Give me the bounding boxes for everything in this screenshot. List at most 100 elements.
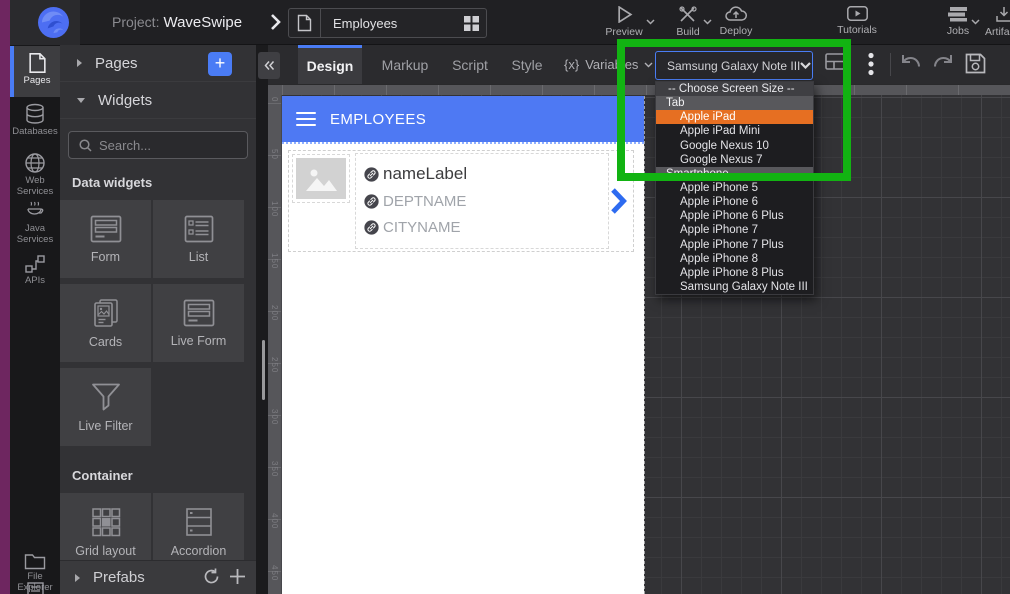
sidebar-item-label: Web Services	[10, 176, 60, 197]
sidebar-item-label: Databases	[12, 127, 57, 138]
sidebar-item-label: Pages	[24, 76, 51, 87]
list-item-widget[interactable]: nameLabel DEPTNAME CITYNAME	[288, 150, 634, 252]
hamburger-menu-icon[interactable]	[296, 112, 316, 127]
top-bar: Project:WaveSwipe Employees Preview Buil…	[0, 0, 1010, 45]
undo-icon[interactable]	[899, 53, 923, 73]
artifacts-button[interactable]: Artifacts	[982, 6, 1010, 38]
device-page[interactable]: EMPLOYEES nameLabel DEPTNAME	[282, 96, 644, 594]
field-label: nameLabel	[383, 164, 467, 184]
wavemaker-logo-icon	[38, 7, 69, 38]
cards-icon	[91, 298, 121, 328]
dropdown-option[interactable]: Apple iPhone 6 Plus	[656, 209, 813, 223]
prefabs-section-header[interactable]: Prefabs	[60, 560, 256, 594]
widget-tile-live-form[interactable]: Live Form	[153, 284, 244, 362]
widget-tile-live-filter[interactable]: Live Filter	[60, 368, 151, 446]
save-icon[interactable]	[965, 53, 986, 74]
dropdown-option[interactable]: Apple iPhone 7	[656, 223, 813, 237]
chevron-right-icon[interactable]	[610, 187, 627, 215]
bound-label-deptname[interactable]: DEPTNAME	[364, 193, 608, 210]
ruler-label: 200	[270, 305, 279, 321]
logo-block[interactable]	[10, 0, 80, 45]
dropdown-option[interactable]: Apple iPad	[656, 110, 813, 124]
chevron-down-icon[interactable]	[646, 19, 655, 25]
widget-tile-form[interactable]: Form	[60, 200, 151, 278]
page-right-edge-dashed	[644, 96, 645, 594]
funnel-icon	[90, 382, 122, 412]
deploy-button[interactable]: Deploy	[712, 6, 760, 37]
widget-tile-cards[interactable]: Cards	[60, 284, 151, 362]
vertical-ruler: 050100150200250300350400450	[268, 95, 281, 594]
sidebar-item-pages[interactable]: Pages	[10, 46, 60, 97]
image-widget[interactable]	[292, 154, 350, 203]
chevron-down-icon	[644, 62, 653, 68]
dropdown-group: Tab	[656, 96, 813, 110]
sidebar-item-databases[interactable]: Databases	[10, 103, 60, 138]
kebab-menu-icon[interactable]	[868, 52, 874, 76]
page-icon	[289, 9, 321, 37]
ruler-label: 400	[270, 513, 279, 529]
redo-icon[interactable]	[931, 53, 955, 73]
widget-label: Accordion	[171, 544, 227, 558]
search-input[interactable]	[99, 138, 239, 153]
page-header-title: EMPLOYEES	[330, 111, 426, 128]
data-widgets-section-label: Data widgets	[60, 159, 256, 200]
sidebar-item-web-services[interactable]: Web Services	[10, 152, 60, 197]
ruler-label: 100	[270, 201, 279, 217]
mobile-page-header: EMPLOYEES	[282, 96, 644, 142]
page-icon	[28, 52, 47, 74]
open-page-tab[interactable]: Employees	[288, 8, 487, 38]
ruler-label: 150	[270, 253, 279, 269]
add-page-button[interactable]: +	[208, 52, 232, 76]
tab-style[interactable]: Style	[502, 45, 552, 84]
dropdown-option[interactable]: Apple iPhone 5	[656, 181, 813, 195]
grid-layout-icon	[91, 507, 121, 537]
dropdown-option[interactable]: Apple iPhone 7 Plus	[656, 237, 813, 251]
preview-button[interactable]: Preview	[598, 6, 650, 38]
tab-markup[interactable]: Markup	[374, 45, 436, 84]
coffee-cup-icon	[24, 200, 46, 222]
grid-view-icon[interactable]	[456, 16, 486, 31]
layout-panels-icon[interactable]	[825, 53, 846, 70]
label-group[interactable]: nameLabel DEPTNAME CITYNAME	[355, 153, 609, 249]
panel-scrollbar[interactable]	[262, 340, 265, 400]
refresh-icon[interactable]	[203, 568, 220, 585]
tab-script[interactable]: Script	[442, 45, 498, 84]
sidebar-item-java-services[interactable]: Java Services	[10, 200, 60, 245]
project-label: Project:	[112, 14, 159, 30]
screen-size-value: Samsung Galaxy Note III	[656, 59, 800, 73]
variables-button[interactable]: {x} Variables	[564, 45, 653, 84]
play-icon	[616, 6, 633, 23]
widget-tile-list[interactable]: List	[153, 200, 244, 278]
dropdown-option[interactable]: Google Nexus 7	[656, 153, 813, 167]
bound-label-name[interactable]: nameLabel	[364, 164, 608, 184]
field-label: CITYNAME	[383, 219, 461, 236]
collapse-panel-button[interactable]	[258, 52, 280, 79]
arrow-down-icon	[76, 97, 86, 104]
widget-search[interactable]	[68, 131, 248, 159]
breadcrumb-chevron-icon	[269, 13, 281, 31]
select-caret-icon	[800, 62, 819, 69]
chevron-down-icon[interactable]	[703, 19, 712, 25]
widgets-section-header[interactable]: Widgets	[60, 82, 256, 119]
toolbar-divider	[890, 53, 891, 76]
dropdown-option[interactable]: Google Nexus 10	[656, 139, 813, 153]
dropdown-option[interactable]: Apple iPhone 8 Plus	[656, 266, 813, 280]
tutorials-label: Tutorials	[837, 24, 877, 36]
dropdown-option[interactable]: Apple iPad Mini	[656, 124, 813, 138]
ruler-label: 0	[270, 97, 279, 102]
bound-label-cityname[interactable]: CITYNAME	[364, 219, 608, 236]
dropdown-option[interactable]: Apple iPhone 6	[656, 195, 813, 209]
screen-size-select[interactable]: Samsung Galaxy Note III	[655, 51, 813, 80]
dropdown-option[interactable]: Samsung Galaxy Note III	[656, 280, 813, 294]
tab-design[interactable]: Design	[298, 45, 362, 84]
project-title: Project:WaveSwipe	[112, 0, 242, 45]
sidebar-item-apis[interactable]: APIs	[10, 254, 60, 287]
chevron-down-icon[interactable]	[971, 19, 980, 25]
left-nav: Pages Databases Web Services Java Servic…	[10, 45, 60, 594]
sidebar-item-partial[interactable]	[10, 582, 60, 594]
add-prefab-icon[interactable]	[229, 568, 246, 585]
pages-section-header[interactable]: Pages +	[60, 45, 256, 82]
dropdown-option[interactable]: Apple iPhone 8	[656, 252, 813, 266]
tutorials-button[interactable]: Tutorials	[832, 6, 882, 36]
arrow-right-icon	[74, 573, 81, 583]
